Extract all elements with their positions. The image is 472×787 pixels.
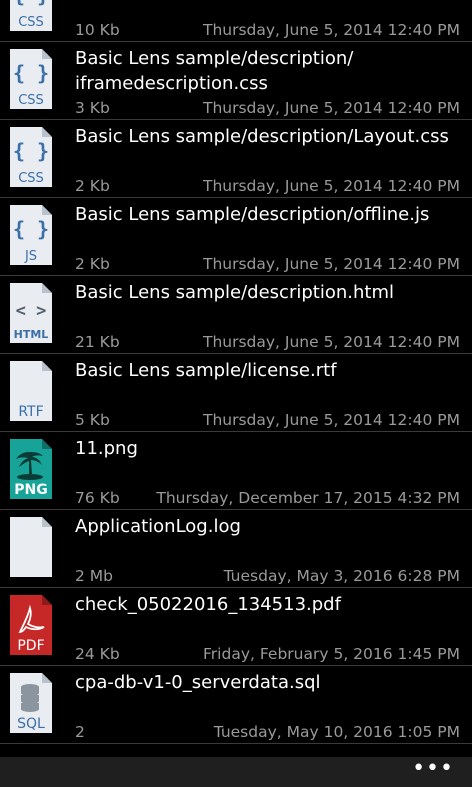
js-file-icon: { } JS (8, 204, 54, 266)
file-type-label: SQL (17, 716, 45, 732)
file-list: { } CSS 10 Kb Thursday, June 5, 2014 12:… (0, 0, 472, 744)
file-name: ApplicationLog.log (75, 516, 241, 537)
css-file-icon: { } CSS (8, 48, 54, 110)
file-row[interactable]: SQL cpa-db-v1-0_serverdata.sql 2 Tuesday… (0, 666, 472, 744)
file-size: 2 (75, 723, 85, 741)
css-file-icon: { } CSS (8, 126, 54, 188)
file-name: Basic Lens sample/description/offline.js (75, 204, 430, 225)
file-size: 2 Mb (75, 567, 114, 585)
file-type-label: JS (24, 249, 37, 264)
file-type-label: RTF (18, 404, 43, 420)
svg-text:{ }: { } (13, 0, 49, 7)
file-date: Tuesday, May 10, 2016 1:05 PM (213, 723, 460, 741)
file-date: Thursday, June 5, 2014 12:40 PM (202, 99, 460, 117)
file-name: Basic Lens sample/description/ iframedes… (75, 48, 354, 94)
file-name: Basic Lens sample/description/Layout.css (75, 126, 449, 147)
file-size: 10 Kb (75, 21, 120, 39)
pdf-file-icon: PDF (8, 594, 54, 656)
file-date: Thursday, December 17, 2015 4:32 PM (156, 489, 460, 507)
file-size: 21 Kb (75, 333, 120, 351)
file-row[interactable]: PDF check_05022016_134513.pdf 24 Kb Frid… (0, 588, 472, 666)
file-type-label: HTML (14, 328, 49, 341)
file-type-label: CSS (18, 171, 44, 186)
file-row[interactable]: RTF Basic Lens sample/license.rtf 5 Kb T… (0, 354, 472, 432)
app-bar: ••• (0, 757, 472, 787)
svg-text:{ }: { } (13, 61, 49, 85)
file-type-label: PNG (14, 482, 47, 498)
file-size: 3 Kb (75, 99, 110, 117)
file-row[interactable]: { } CSS Basic Lens sample/description/La… (0, 120, 472, 198)
file-name: Basic Lens sample/license.rtf (75, 360, 337, 381)
html-file-icon: < > HTML (8, 282, 54, 344)
file-row[interactable]: { } CSS Basic Lens sample/description/ i… (0, 42, 472, 120)
file-size: 76 Kb (75, 489, 120, 507)
file-date: Thursday, June 5, 2014 12:40 PM (202, 255, 460, 273)
more-options-button[interactable]: ••• (412, 757, 454, 787)
svg-text:{ }: { } (13, 217, 49, 241)
file-size: 5 Kb (75, 411, 110, 429)
css-file-icon: { } CSS (8, 0, 54, 32)
file-type-label: PDF (17, 638, 44, 654)
sql-file-icon: SQL (8, 672, 54, 734)
file-name: cpa-db-v1-0_serverdata.sql (75, 672, 321, 693)
file-name: check_05022016_134513.pdf (75, 594, 341, 615)
rtf-file-icon: RTF (8, 360, 54, 422)
file-date: Thursday, June 5, 2014 12:40 PM (202, 177, 460, 195)
file-date: Friday, February 5, 2016 1:45 PM (203, 645, 460, 663)
png-file-icon: PNG (8, 438, 54, 500)
file-name: 11.png (75, 438, 138, 459)
file-row[interactable]: PNG 11.png 76 Kb Thursday, December 17, … (0, 432, 472, 510)
file-name: Basic Lens sample/description.html (75, 282, 394, 303)
file-date: Thursday, June 5, 2014 12:40 PM (202, 21, 460, 39)
svg-text:< >: < > (16, 301, 47, 321)
file-row[interactable]: { } JS Basic Lens sample/description/off… (0, 198, 472, 276)
file-row[interactable]: { } CSS 10 Kb Thursday, June 5, 2014 12:… (0, 0, 472, 42)
file-size: 24 Kb (75, 645, 120, 663)
file-date: Thursday, June 5, 2014 12:40 PM (202, 333, 460, 351)
svg-text:{ }: { } (13, 139, 49, 163)
file-row[interactable]: < > HTML Basic Lens sample/description.h… (0, 276, 472, 354)
generic-file-icon (8, 516, 54, 578)
file-size: 2 Kb (75, 177, 110, 195)
file-type-label: CSS (18, 93, 44, 108)
file-type-label: CSS (18, 15, 44, 30)
file-size: 2 Kb (75, 255, 110, 273)
file-date: Tuesday, May 3, 2016 6:28 PM (223, 567, 460, 585)
file-date: Thursday, June 5, 2014 12:40 PM (202, 411, 460, 429)
file-row[interactable]: ApplicationLog.log 2 Mb Tuesday, May 3, … (0, 510, 472, 588)
